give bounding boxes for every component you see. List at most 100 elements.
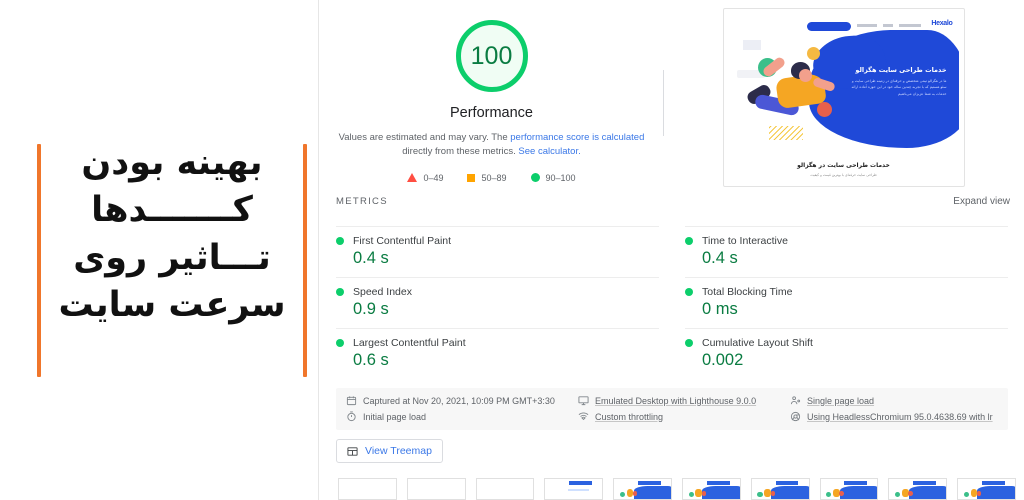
performance-gauge[interactable]: 100 xyxy=(455,20,528,92)
hero-heading: خدمات طراحی سایت هگزالو xyxy=(855,66,947,74)
final-screenshot-frame: Hexalo خدمات طراحی سایت هگزالو ما در هگز… xyxy=(722,8,965,187)
panel-divider xyxy=(318,0,319,500)
metric-row[interactable]: Time to Interactive 0.4 s xyxy=(685,226,1008,277)
legend-range-medium: 50–89 xyxy=(481,172,507,183)
filmstrip-frame[interactable] xyxy=(613,478,672,500)
score-disclaimer: Values are estimated and may vary. The p… xyxy=(320,131,663,160)
metric-value: 0.9 s xyxy=(353,300,389,318)
illustration-red-ball xyxy=(816,102,832,117)
status-dot-icon xyxy=(685,288,693,296)
callout-text: بهینه بودن کـــــــدها تـــاثیر روی سرعت… xyxy=(44,140,300,329)
screenshot-filmstrip xyxy=(330,478,1024,500)
final-screenshot-block: Hexalo خدمات طراحی سایت هگزالو ما در هگز… xyxy=(663,0,1024,187)
legend-item-medium: 50–89 xyxy=(467,172,507,183)
status-dot-icon xyxy=(336,237,344,245)
hero-body: ما در هگزالو تیمی متخصص و حرفه‌ای در زمی… xyxy=(851,79,947,96)
metric-value: 0.4 s xyxy=(702,249,738,267)
metric-name: Largest Contentful Paint xyxy=(353,337,466,349)
score-and-screenshot-row: 100 Performance Values are estimated and… xyxy=(320,0,1024,196)
metric-row[interactable]: Largest Contentful Paint 0.6 s xyxy=(336,328,659,379)
view-treemap-button[interactable]: View Treemap xyxy=(336,439,443,463)
filmstrip-frame[interactable] xyxy=(819,478,879,500)
legend-item-low: 0–49 xyxy=(407,173,443,183)
filmstrip-frame[interactable] xyxy=(888,478,948,500)
emulation-item[interactable]: Emulated Desktop with Lighthouse 9.0.0 xyxy=(578,395,790,406)
filmstrip-frame[interactable] xyxy=(750,478,810,500)
filmstrip-frame[interactable] xyxy=(475,478,535,500)
calendar-icon xyxy=(346,396,357,406)
metric-name: Speed Index xyxy=(353,286,412,298)
score-disclaimer-text-2: directly from these metrics. xyxy=(402,146,519,158)
filmstrip-frame[interactable] xyxy=(544,478,604,500)
metric-value: 0.4 s xyxy=(353,249,389,267)
callout-line-3: تـــاثیر روی xyxy=(73,237,271,278)
metric-name: Total Blocking Time xyxy=(702,286,793,298)
vertical-divider xyxy=(663,70,664,136)
expand-view-button[interactable]: Expand view xyxy=(953,196,1010,207)
lighthouse-report: 100 Performance Values are estimated and… xyxy=(320,0,1024,500)
score-disclaimer-text-1: Values are estimated and may vary. The xyxy=(338,132,511,143)
metric-row[interactable]: Speed Index 0.9 s xyxy=(336,277,659,328)
lighthouse-report-screenshot: بهینه بودن کـــــــدها تـــاثیر روی سرعت… xyxy=(0,0,1024,500)
score-legend: 0–49 50–89 90–100 xyxy=(320,173,663,183)
metric-value: 0 ms xyxy=(702,300,738,318)
treemap-row: View Treemap xyxy=(320,430,1024,463)
desktop-icon xyxy=(578,396,589,406)
illustration-face xyxy=(798,69,812,82)
hero-dot-pattern xyxy=(742,40,761,50)
persian-callout-panel: بهینه بودن کـــــــدها تـــاثیر روی سرعت… xyxy=(0,0,320,500)
status-dot-icon xyxy=(336,339,344,347)
legend-range-high: 90–100 xyxy=(545,172,576,183)
callout-line-2: کـــــــدها xyxy=(91,190,253,231)
environment-summary: Captured at Nov 20, 2021, 10:09 PM GMT+3… xyxy=(336,388,1008,430)
site-nav-cta xyxy=(806,22,851,31)
status-dot-icon xyxy=(685,339,693,347)
throttling-item[interactable]: Custom throttling xyxy=(578,411,790,422)
see-calculator-link[interactable]: See calculator. xyxy=(518,146,580,157)
captured-at-item: Captured at Nov 20, 2021, 10:09 PM GMT+3… xyxy=(346,395,578,406)
accent-bar-left xyxy=(37,144,41,377)
status-dot-icon xyxy=(685,237,693,245)
treemap-icon xyxy=(347,446,358,456)
single-page-load-text: Single page load xyxy=(807,395,875,406)
performance-label: Performance xyxy=(449,105,533,121)
legend-item-high: 90–100 xyxy=(530,172,576,183)
single-page-load-icon xyxy=(790,396,801,405)
metric-value: 0.6 s xyxy=(353,351,389,369)
metric-name: Cumulative Layout Shift xyxy=(702,337,813,349)
metrics-grid: First Contentful Paint 0.4 s Time to Int… xyxy=(320,226,1024,379)
single-page-load-item[interactable]: Single page load xyxy=(790,395,998,406)
filmstrip-frame[interactable] xyxy=(681,478,741,500)
callout-line-1: بهینه بودن xyxy=(81,143,263,183)
filmstrip-frame[interactable] xyxy=(406,478,466,500)
view-treemap-label: View Treemap xyxy=(365,445,432,457)
metric-value: 0.002 xyxy=(702,351,744,369)
stopwatch-icon xyxy=(347,411,356,422)
user-agent-item[interactable]: Using HeadlessChromium 95.0.4638.69 with… xyxy=(790,411,998,422)
wifi-icon xyxy=(578,412,589,421)
metric-name: First Contentful Paint xyxy=(353,235,452,247)
filmstrip-frame[interactable] xyxy=(338,478,397,500)
illustration-zigzag xyxy=(768,126,803,140)
square-icon xyxy=(467,173,476,182)
metrics-header: METRICS Expand view xyxy=(320,196,1024,226)
metric-row[interactable]: Cumulative Layout Shift 0.002 xyxy=(685,328,1008,379)
status-dot-icon xyxy=(336,288,344,296)
circle-icon xyxy=(530,173,540,182)
illustration-yellow-ball xyxy=(806,47,820,60)
filmstrip-frame[interactable] xyxy=(957,478,1016,500)
metric-name: Time to Interactive xyxy=(702,235,788,247)
screenshot-caption: خدمات طراحی سایت در هگزالو xyxy=(797,162,890,169)
user-agent-text: Using HeadlessChromium 95.0.4638.69 with… xyxy=(807,411,993,422)
performance-score-block: 100 Performance Values are estimated and… xyxy=(320,0,663,183)
site-nav-links xyxy=(856,24,921,28)
metric-row[interactable]: Total Blocking Time 0 ms xyxy=(685,277,1008,328)
performance-score-value: 100 xyxy=(470,41,513,70)
triangle-icon xyxy=(407,173,418,182)
metric-row[interactable]: First Contentful Paint 0.4 s xyxy=(336,226,659,277)
callout-line-4: سرعت سایت xyxy=(58,284,286,325)
metrics-title: METRICS xyxy=(336,196,388,207)
throttling-text: Custom throttling xyxy=(595,411,664,422)
initial-page-load-text: Initial page load xyxy=(363,411,427,422)
performance-score-calculated-link[interactable]: performance score is calculated xyxy=(510,132,644,143)
